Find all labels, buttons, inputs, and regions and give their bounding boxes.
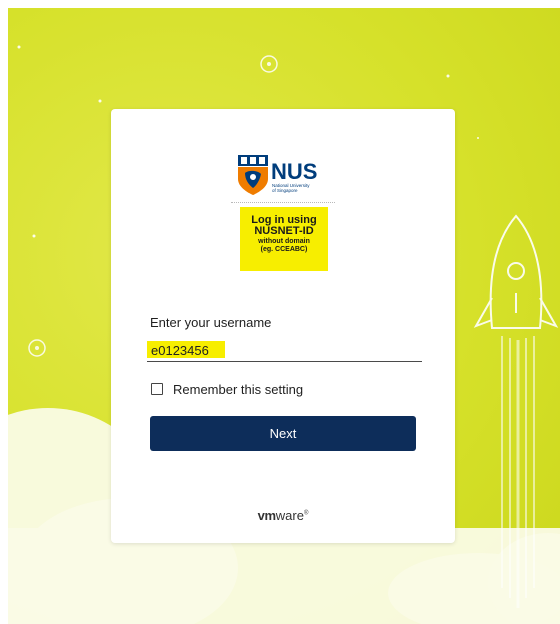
username-label: Enter your username — [150, 315, 272, 330]
login-instruction-note: Log in using NUSNET-ID without domain (e… — [240, 207, 328, 271]
next-button[interactable]: Next — [150, 416, 416, 451]
logo-divider — [231, 202, 335, 203]
login-background: NUS National University of Singapore Log… — [8, 8, 560, 624]
nus-logo: NUS National University of Singapore — [238, 155, 317, 195]
login-card: NUS National University of Singapore Log… — [111, 109, 455, 543]
nus-crest-icon — [238, 155, 268, 195]
username-input[interactable]: e0123456 — [147, 341, 422, 362]
remember-checkbox[interactable] — [151, 383, 163, 395]
remember-label: Remember this setting — [173, 381, 304, 397]
username-value: e0123456 — [151, 343, 209, 358]
rocket-icon — [473, 214, 559, 329]
note-line-4: (eg. CCEABC) — [260, 245, 308, 253]
vmware-logo: vmware® — [111, 508, 455, 523]
remember-setting[interactable]: Remember this setting — [151, 381, 303, 397]
nus-logo-text: NUS — [271, 159, 317, 184]
nus-logo-subtext-2: of Singapore — [272, 188, 298, 193]
vmware-logo-reg: ® — [303, 510, 309, 517]
note-line-3: without domain — [258, 238, 310, 246]
vmware-logo-vm: vm — [257, 508, 277, 523]
vmware-logo-ware: ware — [275, 508, 304, 523]
note-line-2: NUSNET-ID — [254, 225, 314, 238]
